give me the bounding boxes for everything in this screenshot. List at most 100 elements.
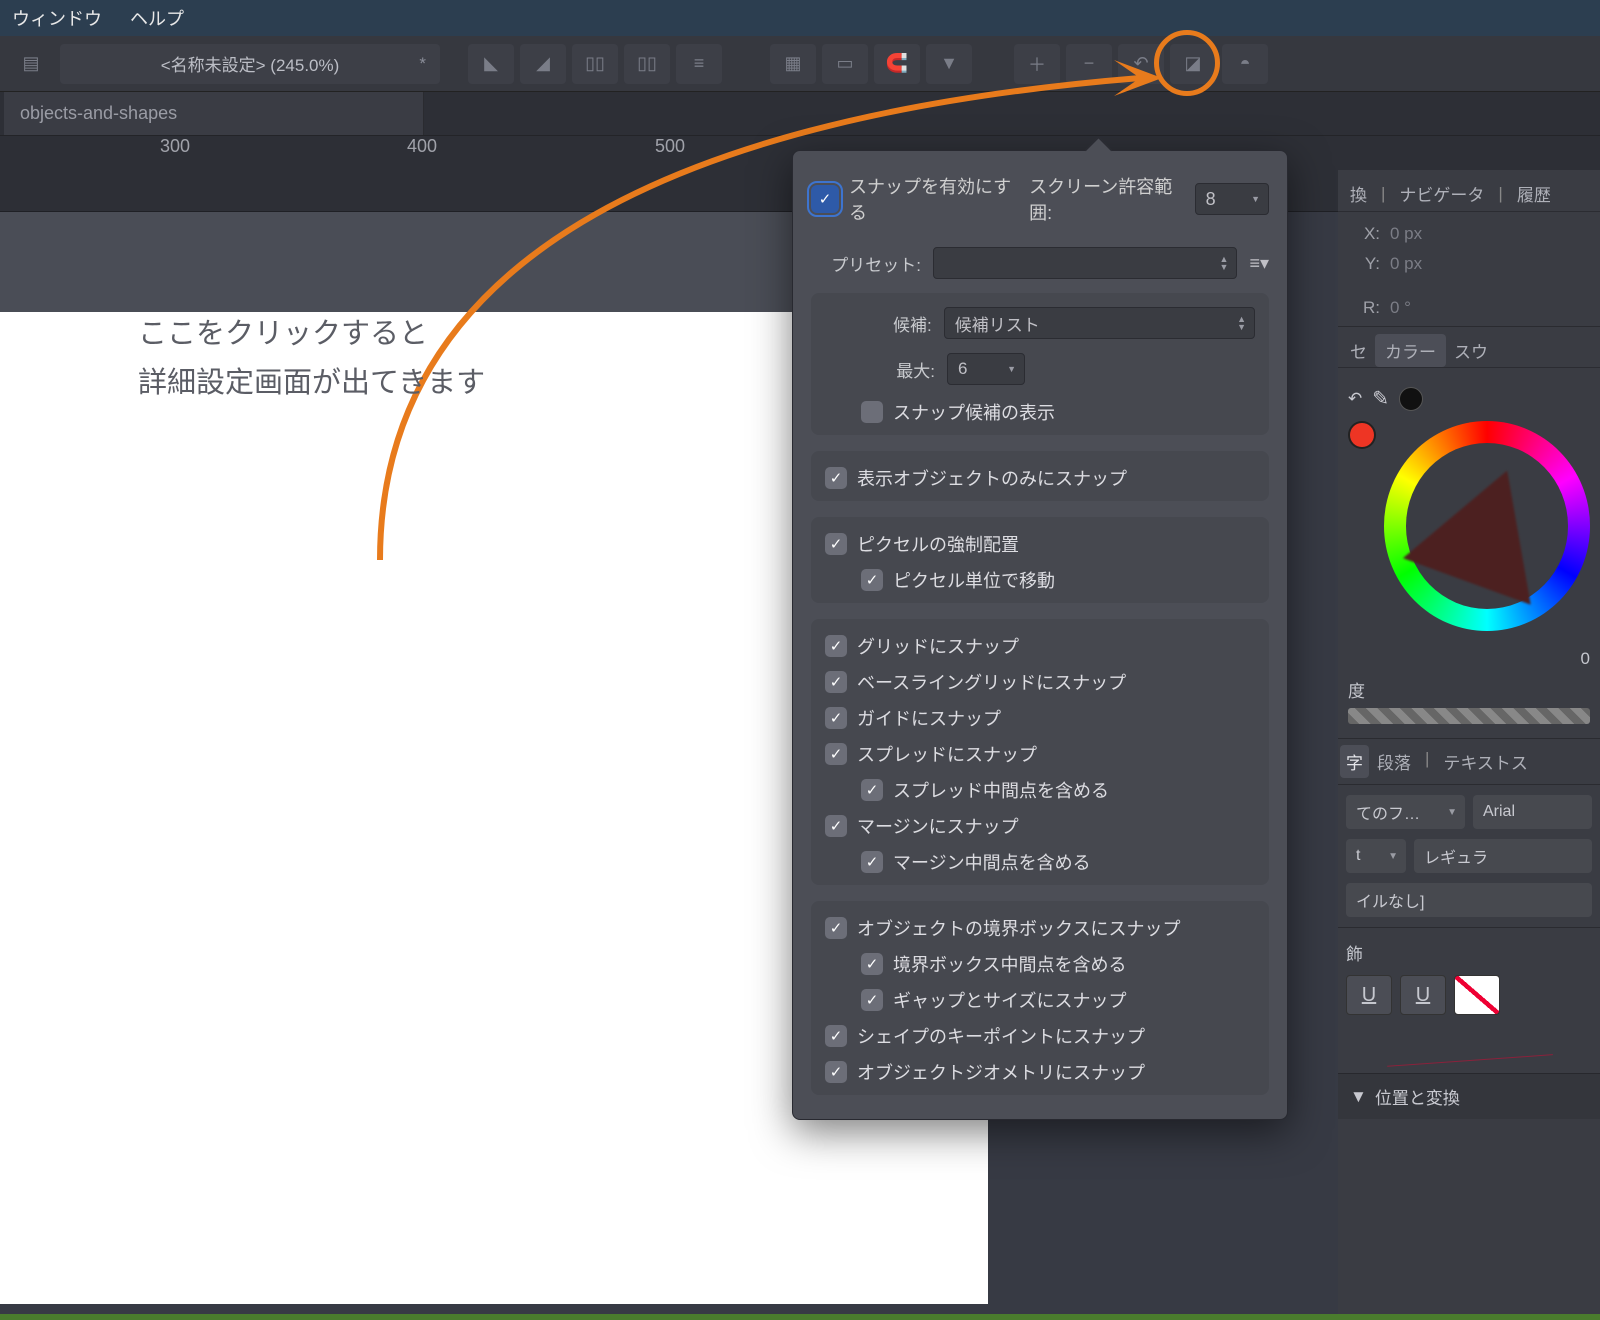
snap-guides-checkbox[interactable]: [825, 707, 847, 729]
text-style-select[interactable]: イルなし]: [1346, 883, 1592, 917]
move-by-pixel-label: ピクセル単位で移動: [893, 567, 1055, 593]
document-title-tab[interactable]: <名称未設定> (245.0%) *: [60, 44, 440, 84]
force-pixel-checkbox[interactable]: [825, 533, 847, 555]
ruler-icon[interactable]: ▭: [822, 44, 868, 84]
eyedropper-icon[interactable]: ✎: [1372, 386, 1389, 411]
include-spread-mid-label: スプレッド中間点を含める: [893, 777, 1109, 803]
enable-snap-label: スナップを有効にする: [849, 173, 1019, 225]
tab-text-styles[interactable]: テキストス: [1437, 745, 1534, 778]
max-label: 最大:: [825, 357, 935, 382]
snap-gap-size-checkbox[interactable]: [861, 989, 883, 1011]
pixel-group: ピクセルの強制配置 ピクセル単位で移動: [811, 517, 1269, 603]
fill-color-swatch[interactable]: [1348, 421, 1376, 449]
enable-snap-checkbox[interactable]: [811, 185, 839, 213]
tab-swatches[interactable]: スウ: [1448, 338, 1494, 363]
align-left-icon[interactable]: ▯▯: [572, 44, 618, 84]
snap-shape-keypoints-checkbox[interactable]: [825, 1025, 847, 1047]
align-right-icon[interactable]: ▯▯: [624, 44, 670, 84]
snap-grid-checkbox[interactable]: [825, 635, 847, 657]
opacity-slider[interactable]: [1348, 708, 1590, 724]
font-family-select-1[interactable]: てのフ… ▼: [1346, 795, 1465, 829]
x-value[interactable]: 0 px: [1390, 224, 1422, 244]
flip-horizontal-icon[interactable]: ◣: [468, 44, 514, 84]
snap-options-dropdown[interactable]: ▼: [926, 44, 972, 84]
flip-vertical-icon[interactable]: ◢: [520, 44, 566, 84]
stepper-icon: ▲▼: [1220, 255, 1229, 271]
chevron-down-icon: ▼: [1251, 195, 1260, 203]
move-by-pixel-checkbox[interactable]: [861, 569, 883, 591]
document-title-text: <名称未設定> (245.0%): [161, 51, 340, 76]
candidates-value: 候補リスト: [955, 311, 1040, 336]
remove-icon[interactable]: −: [1066, 44, 1112, 84]
y-label: Y:: [1352, 254, 1380, 274]
font-style-2: レギュラ: [1424, 844, 1488, 868]
font-style-select-1[interactable]: t ▼: [1346, 839, 1406, 873]
snap-guides-label: ガイドにスナップ: [857, 705, 1001, 731]
doc-menu-icon[interactable]: ▤: [8, 44, 54, 84]
annotation-line: ここをクリックすると: [138, 310, 485, 359]
stepper-icon: ▲▼: [1237, 315, 1246, 331]
chevron-down-icon: ▼: [1007, 365, 1016, 373]
font-style-select-2[interactable]: レギュラ: [1414, 839, 1592, 873]
wheel-zero-label: 0: [1581, 649, 1590, 669]
current-color-swatch[interactable]: [1399, 387, 1423, 411]
snap-grid-label: グリッドにスナップ: [857, 633, 1019, 659]
menu-window[interactable]: ウィンドウ: [12, 5, 102, 31]
snap-baseline-grid-checkbox[interactable]: [825, 671, 847, 693]
snap-geometry-checkbox[interactable]: [825, 1061, 847, 1083]
tab-swatch[interactable]: セ: [1344, 338, 1373, 363]
double-underline-button[interactable]: U: [1400, 975, 1446, 1015]
font-controls: てのフ… ▼ Arial t ▼ レギュラ イルなし]: [1338, 785, 1600, 927]
include-spread-mid-checkbox[interactable]: [861, 779, 883, 801]
snap-bbox-checkbox[interactable]: [825, 917, 847, 939]
snap-visible-only-checkbox[interactable]: [825, 467, 847, 489]
snap-geometry-label: オブジェクトジオメトリにスナップ: [857, 1059, 1145, 1085]
preset-select[interactable]: ▲▼: [933, 247, 1237, 279]
grid-icon[interactable]: ▦: [770, 44, 816, 84]
color-wheel[interactable]: [1384, 421, 1590, 631]
snap-margins-checkbox[interactable]: [825, 815, 847, 837]
document-tab[interactable]: objects-and-shapes: [4, 92, 424, 135]
tab-navigator[interactable]: ナビゲータ: [1393, 181, 1490, 206]
main-toolbar: ▤ <名称未設定> (245.0%) * ◣ ◢ ▯▯ ▯▯ ≡ ▦ ▭ 🧲 ▼…: [0, 36, 1600, 92]
tab-character[interactable]: 字: [1340, 745, 1369, 778]
include-margin-mid-checkbox[interactable]: [861, 851, 883, 873]
shape-icon[interactable]: ◪: [1170, 44, 1216, 84]
preset-menu-icon[interactable]: ≡▾: [1249, 253, 1269, 274]
magnet-icon[interactable]: 🧲: [874, 44, 920, 84]
y-value[interactable]: 0 px: [1390, 254, 1422, 274]
opacity-label: 度: [1348, 677, 1590, 702]
mask-icon[interactable]: ◓: [1222, 44, 1268, 84]
layout-snap-group: グリッドにスナップ ベースライングリッドにスナップ ガイドにスナップ スプレッド…: [811, 619, 1269, 885]
tab-history[interactable]: 履歴: [1511, 181, 1557, 206]
underline-button[interactable]: U: [1346, 975, 1392, 1015]
no-decoration-button[interactable]: [1454, 975, 1500, 1015]
r-value[interactable]: 0 °: [1390, 298, 1411, 318]
rotate-left-icon[interactable]: ↶: [1118, 44, 1164, 84]
decoration-label: 飾: [1346, 940, 1592, 965]
show-candidates-checkbox[interactable]: [861, 401, 883, 423]
font-family-select-2[interactable]: Arial: [1473, 795, 1592, 829]
font-style-1: t: [1356, 847, 1360, 865]
snap-settings-panel: スナップを有効にする スクリーン許容範囲: 8 ▼ プリセット: ▲▼ ≡▾ 候…: [792, 150, 1288, 1120]
tab-transform[interactable]: 換: [1344, 181, 1373, 206]
undo-icon[interactable]: ↶: [1348, 389, 1362, 409]
object-snap-group: オブジェクトの境界ボックスにスナップ 境界ボックス中間点を含める ギャップとサイ…: [811, 901, 1269, 1095]
r-label: R:: [1352, 298, 1380, 318]
snap-spread-checkbox[interactable]: [825, 743, 847, 765]
align-center-icon[interactable]: ≡: [676, 44, 722, 84]
tab-color[interactable]: カラー: [1375, 334, 1446, 367]
screen-tolerance-select[interactable]: 8 ▼: [1195, 183, 1269, 215]
candidates-select[interactable]: 候補リスト ▲▼: [944, 307, 1255, 339]
include-bbox-mid-checkbox[interactable]: [861, 953, 883, 975]
candidates-group: 候補: 候補リスト ▲▼ 最大: 6 ▼ スナップ候補の表示: [811, 293, 1269, 435]
menu-help[interactable]: ヘルプ: [130, 5, 184, 31]
tab-paragraph[interactable]: 段落: [1371, 745, 1417, 778]
add-icon[interactable]: ＋: [1014, 44, 1060, 84]
snap-spread-label: スプレッドにスナップ: [857, 741, 1037, 767]
include-margin-mid-label: マージン中間点を含める: [893, 849, 1091, 875]
transform-collapse-header[interactable]: ▼ 位置と変換: [1338, 1073, 1600, 1119]
text-style-value: イルなし]: [1356, 888, 1424, 912]
max-select[interactable]: 6 ▼: [947, 353, 1025, 385]
menubar[interactable]: ウィンドウ ヘルプ: [0, 0, 1600, 36]
